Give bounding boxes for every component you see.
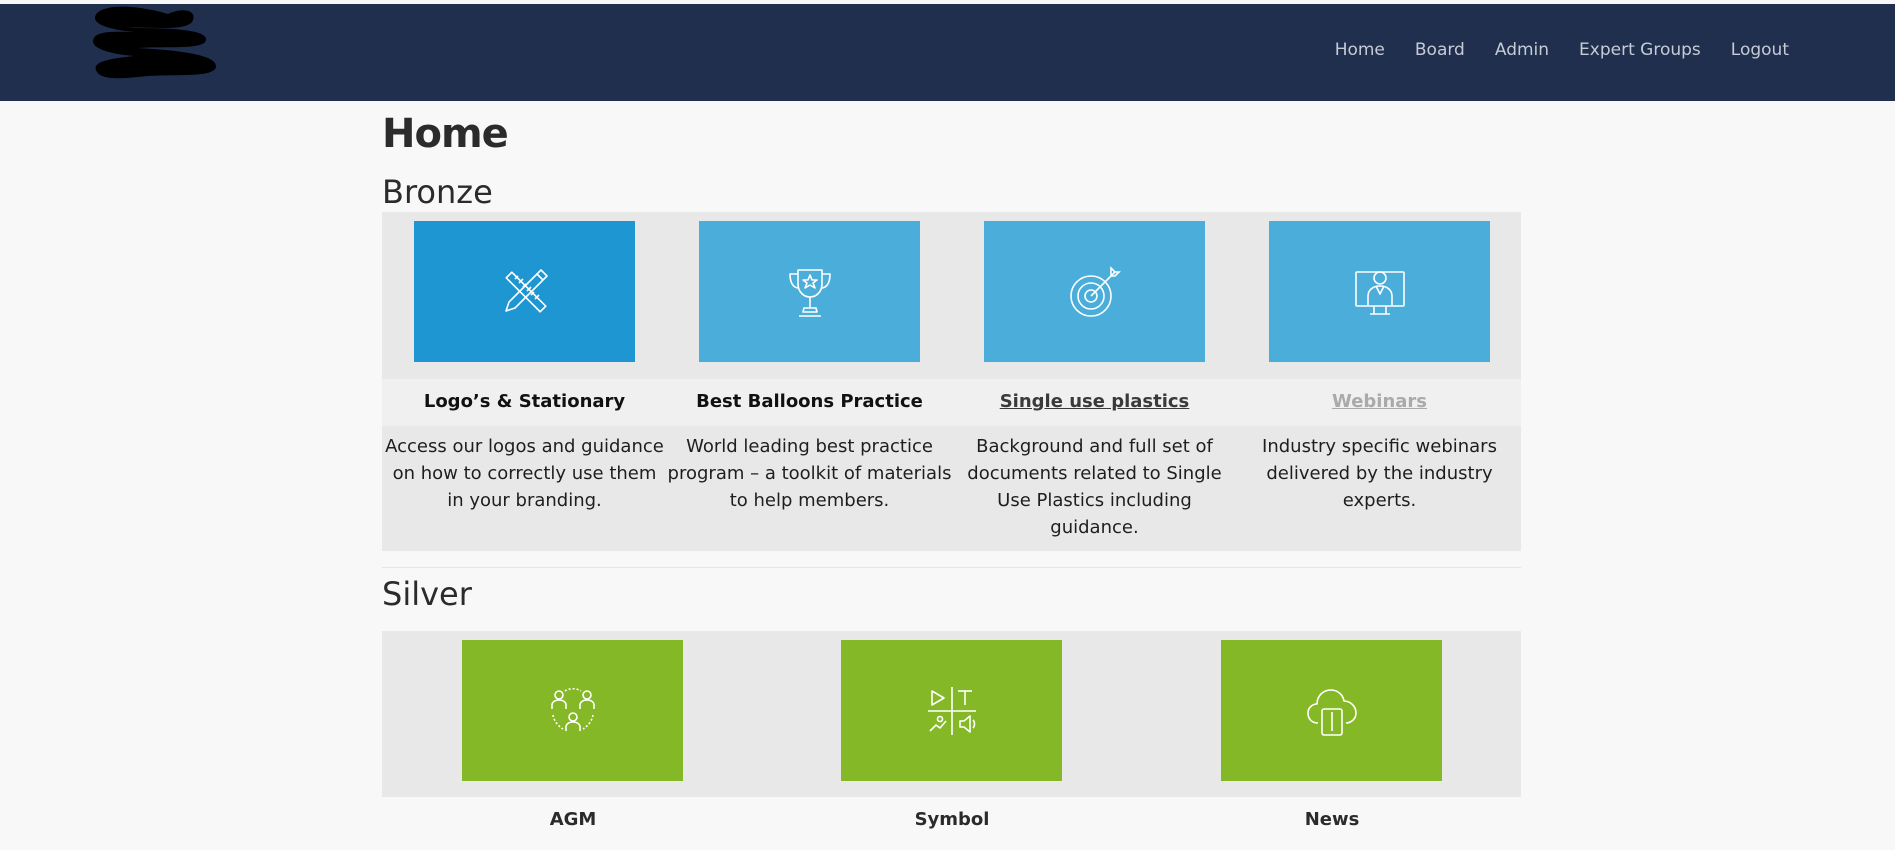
nav-home-link[interactable]: Home [1335, 40, 1385, 60]
section-divider [382, 567, 1521, 568]
symbol-title[interactable]: Symbol [802, 809, 1102, 830]
symbol-tile[interactable] [841, 640, 1062, 781]
bronze-heading: Bronze [382, 173, 493, 211]
cloud-tablet-icon [1306, 688, 1357, 736]
best-balloons-practice-title: Best Balloons Practice [696, 391, 923, 412]
main-nav: Home Board Admin Expert Groups Logout [1335, 40, 1789, 60]
single-use-plastics-description: Background and full set of documents rel… [967, 436, 1222, 538]
best-balloons-practice-description: World leading best practice program – a … [667, 436, 952, 511]
media-symbols-icon [927, 686, 976, 735]
news-tile[interactable] [1221, 640, 1442, 781]
webinars-description: Industry specific webinars delivered by … [1262, 436, 1497, 511]
single-use-plastics-link[interactable]: Single use plastics [952, 391, 1237, 412]
nav-admin-link[interactable]: Admin [1495, 40, 1549, 60]
best-balloons-practice-tile[interactable] [699, 221, 920, 362]
news-title[interactable]: News [1182, 809, 1482, 830]
webinars-link[interactable]: Webinars [1237, 391, 1522, 412]
nav-board-link[interactable]: Board [1415, 40, 1465, 60]
trophy-icon [788, 268, 831, 317]
site-logo-redacted[interactable] [88, 4, 220, 92]
nav-expert-groups-link[interactable]: Expert Groups [1579, 40, 1701, 60]
silver-heading: Silver [382, 575, 472, 613]
webinars-tile[interactable] [1269, 221, 1490, 362]
pencil-ruler-icon [504, 268, 548, 313]
top-navbar: Home Board Admin Expert Groups Logout [0, 4, 1895, 101]
logos-stationary-description: Access our logos and guidance on how to … [385, 436, 664, 511]
group-people-icon [550, 687, 595, 731]
logos-stationary-title: Logo’s & Stationary [423, 391, 626, 412]
agm-tile[interactable] [462, 640, 683, 781]
target-icon [1069, 265, 1121, 317]
presenter-monitor-icon [1354, 270, 1405, 315]
single-use-plastics-tile[interactable] [984, 221, 1205, 362]
page-title: Home [382, 111, 509, 157]
nav-logout-link[interactable]: Logout [1731, 40, 1789, 60]
logos-stationary-tile[interactable] [414, 221, 635, 362]
agm-title[interactable]: AGM [423, 809, 723, 830]
